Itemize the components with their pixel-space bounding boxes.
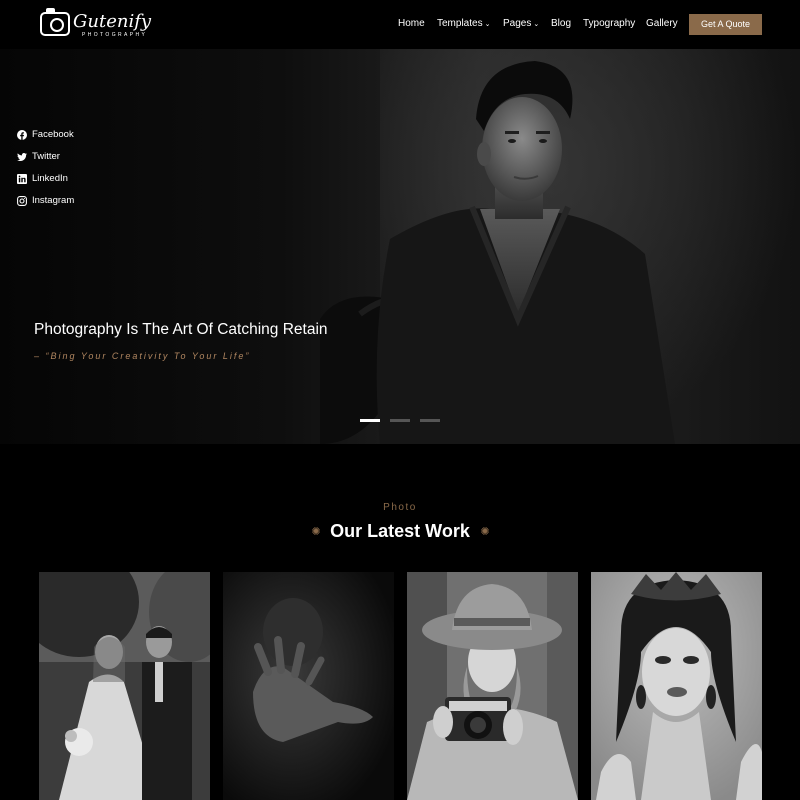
gallery-card-camera-woman[interactable] [407, 572, 578, 800]
social-instagram[interactable]: Instagram [17, 195, 107, 209]
site-header: Gutenify PHOTOGRAPHY Home Templates ⌄ Pag… [0, 0, 800, 49]
social-facebook[interactable]: Facebook [17, 129, 107, 143]
ornament-icon: ✺ [480, 526, 490, 538]
chevron-down-icon: ⌄ [484, 21, 491, 28]
wedding-couple-image [39, 572, 210, 800]
social-twitter[interactable]: Twitter [17, 151, 107, 165]
social-facebook-label: Facebook [32, 129, 74, 140]
slider-dots [360, 419, 440, 422]
gallery-card-hand[interactable] [223, 572, 394, 800]
facebook-icon [17, 130, 27, 140]
crown-woman-image [591, 572, 762, 800]
nav-typography-label: Typography [583, 18, 636, 29]
nav-pages-label: Pages [503, 18, 532, 29]
logo-name: Gutenify [73, 11, 152, 32]
nav-gallery[interactable]: Gallery [646, 18, 678, 29]
hero-subtitle: – “Bing Your Creativity To Your Life” [34, 351, 251, 361]
nav-typography[interactable]: Typography [583, 18, 635, 29]
gallery-card-crown-woman[interactable] [591, 572, 762, 800]
nav-pages[interactable]: Pages ⌄ [503, 18, 539, 29]
twitter-icon [17, 153, 27, 161]
site-logo[interactable]: Gutenify PHOTOGRAPHY [38, 8, 152, 41]
social-twitter-label: Twitter [32, 151, 60, 162]
slider-dot[interactable] [420, 419, 440, 422]
gallery-card-wedding[interactable] [39, 572, 210, 800]
slider-dot[interactable] [360, 419, 380, 422]
social-instagram-label: Instagram [32, 195, 75, 206]
nav-home-label: Home [398, 18, 425, 29]
nav-blog-label: Blog [551, 18, 572, 29]
hand-image [223, 572, 394, 800]
social-linkedin[interactable]: LinkedIn [17, 173, 107, 187]
nav-blog[interactable]: Blog [551, 18, 571, 29]
hero-slider: Facebook Twitter LinkedIn Instagram Phot… [0, 49, 800, 444]
slider-dot[interactable] [390, 419, 410, 422]
linkedin-icon [17, 174, 27, 184]
nav-gallery-label: Gallery [646, 18, 678, 29]
camera-woman-image [407, 572, 578, 800]
section-title: Our Latest Work [330, 521, 470, 541]
nav-templates-label: Templates [437, 18, 483, 29]
camera-icon [40, 8, 70, 36]
social-linkedin-label: LinkedIn [32, 173, 68, 184]
nav-home[interactable]: Home [398, 18, 425, 29]
nav-templates[interactable]: Templates ⌄ [437, 18, 490, 29]
chevron-down-icon: ⌄ [533, 21, 540, 28]
section-pretitle: Photo [383, 502, 417, 513]
hero-title: Photography Is The Art Of Catching Retai… [34, 321, 328, 338]
instagram-icon [17, 196, 27, 206]
hero-model-image [320, 61, 675, 444]
logo-tagline: PHOTOGRAPHY [82, 32, 148, 38]
get-a-quote-button[interactable]: Get A Quote [689, 14, 762, 35]
